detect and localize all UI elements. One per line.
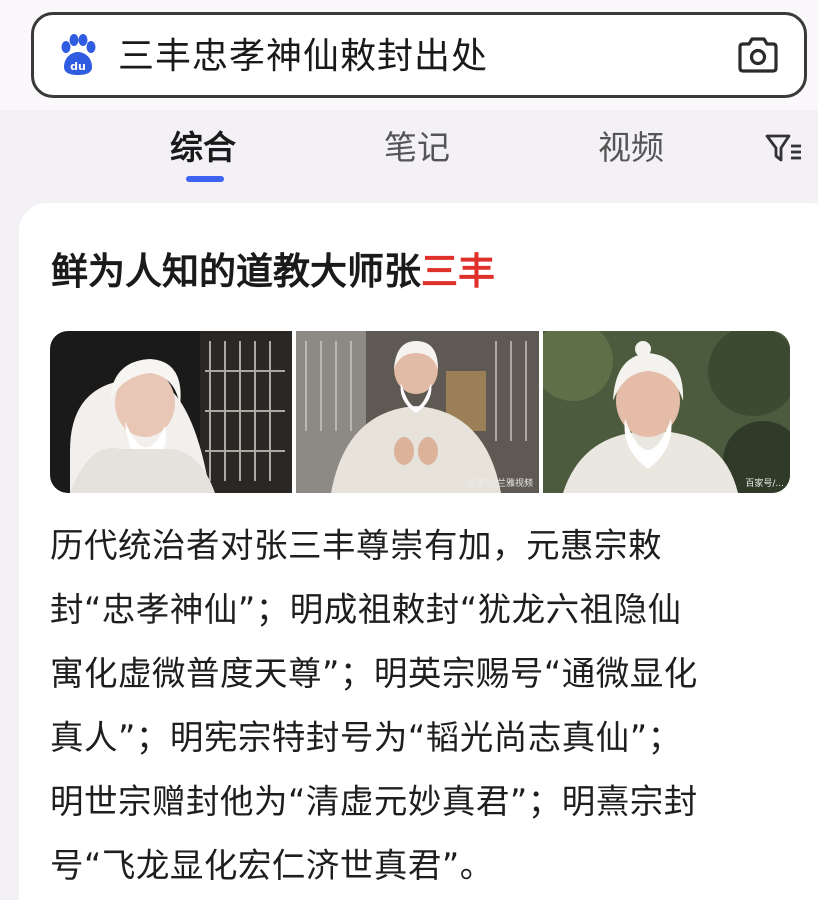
search-input[interactable]: 三丰忠孝神仙敕封出处: [118, 33, 488, 81]
svg-text:du: du: [70, 60, 86, 73]
image-watermark: 百家号/兰雅视频: [466, 479, 533, 489]
snippet-line: 真人”；明宪宗特封号为“韬光尚志真仙”；: [50, 718, 682, 757]
result-title[interactable]: 鲜为人知的道教大师张三丰: [51, 246, 495, 298]
baidu-logo-icon[interactable]: du: [56, 33, 100, 77]
result-image-3[interactable]: 百家号/...: [543, 331, 790, 493]
tab-videos[interactable]: 视频: [598, 126, 664, 170]
snippet-line: 明世宗赠封他为“清虚元妙真君”；明熹宗封: [50, 782, 698, 821]
result-image-2[interactable]: 百家号/兰雅视频: [296, 331, 539, 493]
result-image-1[interactable]: [50, 331, 292, 493]
snippet-line: 号“飞龙显化宏仁济世真君”。: [50, 846, 494, 885]
title-text: 鲜为人知的道教大师张: [51, 250, 421, 293]
camera-icon[interactable]: [736, 35, 780, 75]
search-box[interactable]: du 三丰忠孝神仙敕封出处: [31, 12, 807, 98]
snippet-line: 封“忠孝神仙”；明成祖敕封“犹龙六祖隐仙: [50, 590, 682, 629]
tab-notes[interactable]: 笔记: [384, 126, 450, 170]
snippet-line: 历代统治者对张三丰尊崇有加，元惠宗敕: [50, 526, 662, 565]
image-strip[interactable]: 百家号/兰雅视频 百家号/...: [50, 331, 790, 493]
filter-icon[interactable]: [764, 128, 804, 168]
title-highlight: 三丰: [421, 250, 495, 293]
image-watermark: 百家号/...: [745, 479, 784, 489]
snippet-line: 寓化虚微普度天尊”；明英宗赐号“通微显化: [50, 654, 698, 693]
active-tab-indicator: [186, 176, 224, 182]
tab-all[interactable]: 综合: [170, 126, 236, 170]
result-snippet[interactable]: 历代统治者对张三丰尊崇有加，元惠宗敕 封“忠孝神仙”；明成祖敕封“犹龙六祖隐仙 …: [50, 514, 795, 898]
